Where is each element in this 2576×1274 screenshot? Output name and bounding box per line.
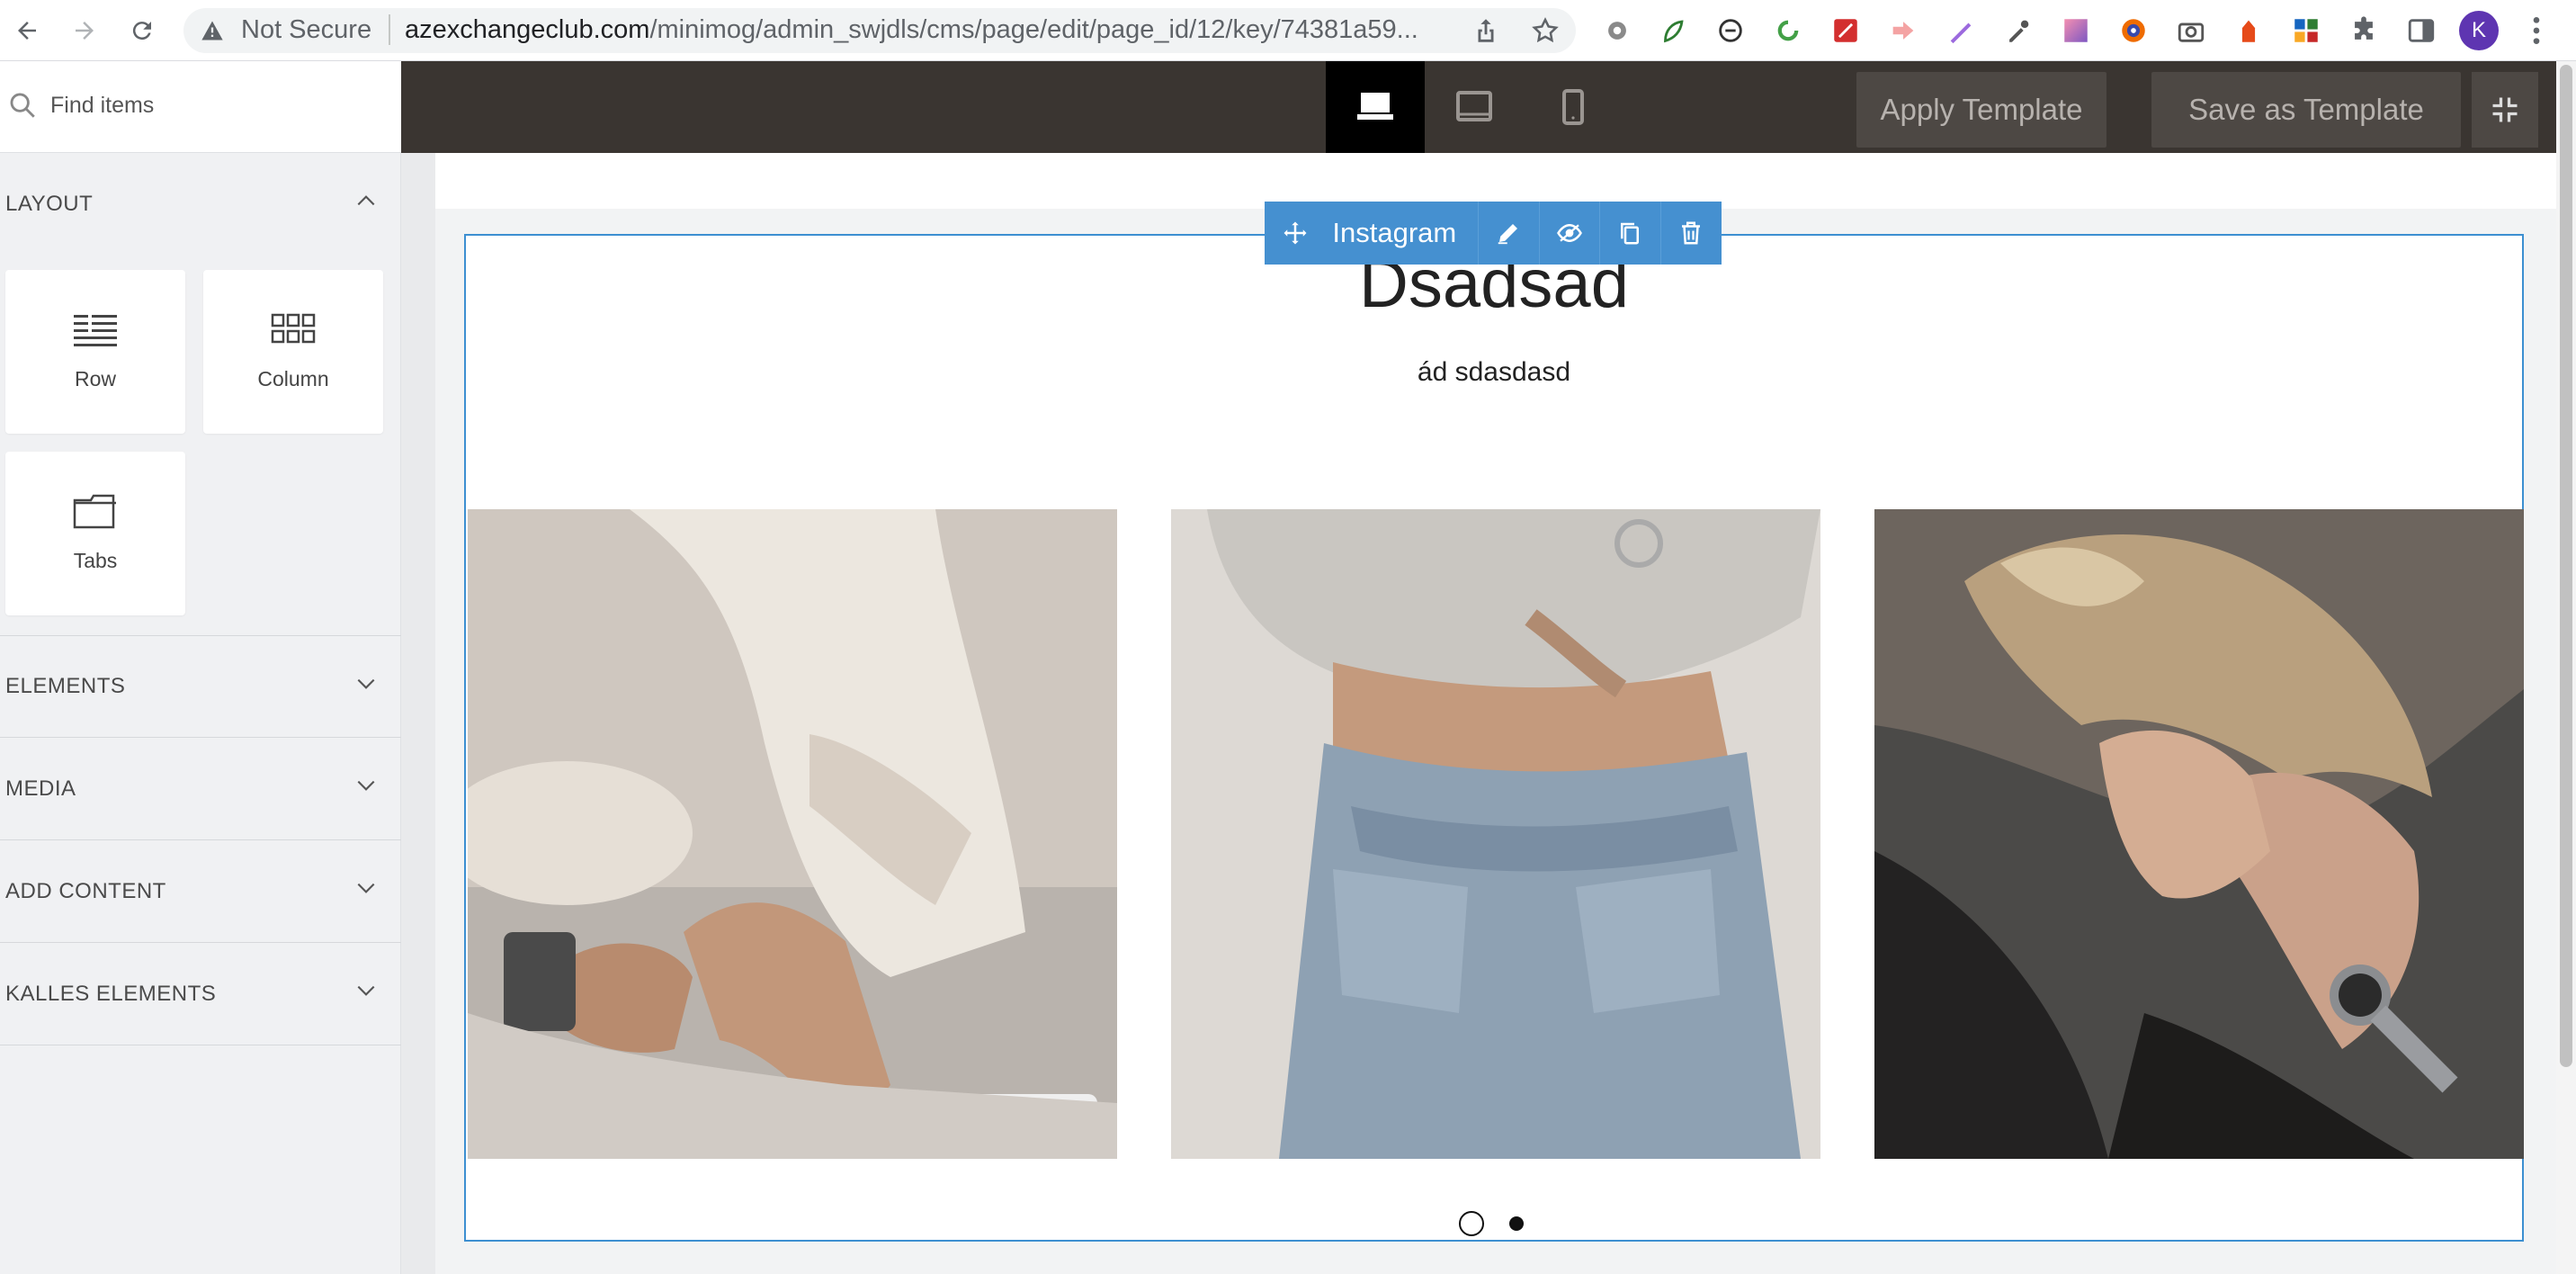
block-column-label: Column	[257, 367, 329, 390]
block-row[interactable]: Row	[5, 270, 185, 434]
security-status[interactable]: Not Secure	[241, 13, 371, 47]
save-as-template-button[interactable]: Save as Template	[2151, 72, 2461, 148]
device-tablet-button[interactable]	[1425, 61, 1524, 153]
move-handle[interactable]	[1265, 202, 1325, 265]
leaf-extension-icon[interactable]	[1655, 13, 1691, 49]
search-icon	[10, 93, 35, 118]
warning-icon[interactable]	[200, 18, 225, 43]
row-icon	[74, 315, 117, 346]
slider-dot-1[interactable]	[1459, 1211, 1484, 1236]
section-media-title: MEDIA	[5, 776, 76, 801]
eye-icon	[1556, 223, 1582, 243]
section-add-content-header[interactable]: ADD CONTENT	[0, 840, 401, 943]
photo-woman-sitting	[468, 509, 1117, 1159]
slider-dot-2[interactable]	[1509, 1216, 1524, 1231]
photo-woman-hair	[1874, 509, 2524, 1159]
trash-icon	[1682, 221, 1701, 245]
url-divider	[389, 14, 390, 45]
section-add-content-title: ADD CONTENT	[5, 878, 166, 903]
block-row-label: Row	[74, 367, 116, 390]
canvas-top-strip	[435, 153, 2556, 209]
pencil-icon	[1498, 224, 1518, 245]
section-layout-header[interactable]: LAYOUT	[0, 153, 401, 256]
tablet-icon	[1456, 91, 1492, 121]
more-menu-icon[interactable]	[2518, 13, 2554, 49]
device-desktop-button[interactable]	[1326, 61, 1425, 153]
hand-extension-icon[interactable]	[2231, 13, 2267, 49]
block-column[interactable]: Column	[203, 270, 383, 434]
eyedropper-icon[interactable]	[2000, 13, 2036, 49]
pdf-extension-icon[interactable]	[1828, 13, 1864, 49]
section-type-label: Instagram	[1325, 202, 1480, 265]
chevron-down-icon	[357, 780, 375, 791]
column-icon	[271, 313, 316, 344]
duplicate-section-button[interactable]	[1600, 202, 1661, 265]
delete-section-button[interactable]	[1661, 202, 1722, 265]
grid-extension-icon[interactable]	[2288, 13, 2324, 49]
tabs-icon	[73, 494, 116, 529]
pen-extension-icon[interactable]	[1943, 13, 1979, 49]
chevron-up-icon	[357, 195, 375, 206]
chevron-down-icon	[357, 678, 375, 689]
reload-icon[interactable]	[122, 11, 162, 50]
scrollbar-thumb[interactable]	[2560, 65, 2572, 1067]
collapse-fullscreen-button[interactable]	[2472, 72, 2538, 148]
desktop-icon	[1357, 93, 1393, 120]
bookmark-star-icon[interactable]	[1527, 13, 1563, 49]
url-path: /minimog/admin_swjdls/cms/page/edit/page…	[649, 15, 1418, 44]
block-tabs-label: Tabs	[73, 549, 118, 572]
move-icon	[1284, 221, 1307, 245]
apply-template-button[interactable]: Apply Template	[1856, 72, 2106, 148]
device-mobile-button[interactable]	[1524, 61, 1623, 153]
refresh-extension-icon[interactable]	[1770, 13, 1806, 49]
url-text[interactable]: azexchangeclub.com/minimog/admin_swjdls/…	[405, 13, 1418, 47]
section-toolbar: Instagram	[1265, 202, 1722, 265]
section-media-header[interactable]: MEDIA	[0, 738, 401, 840]
profile-avatar[interactable]: K	[2459, 11, 2499, 50]
edit-section-button[interactable]	[1479, 202, 1540, 265]
instagram-photo[interactable]	[1171, 509, 1820, 1159]
chevron-down-icon	[357, 985, 375, 996]
back-icon[interactable]	[7, 11, 47, 50]
canvas-gutter	[401, 153, 435, 1274]
reading-list-icon[interactable]	[2403, 13, 2439, 49]
url-host: azexchangeclub.com	[405, 15, 650, 44]
mobile-icon	[1562, 89, 1584, 125]
puzzle-icon[interactable]	[2346, 13, 2382, 49]
section-kalles-elements-header[interactable]: KALLES ELEMENTS	[0, 943, 401, 1045]
camera-icon[interactable]	[2173, 13, 2209, 49]
block-tabs[interactable]: Tabs	[5, 452, 185, 615]
collapse-icon	[2492, 97, 2518, 122]
sync-extension-icon[interactable]	[1713, 13, 1749, 49]
forward-icon[interactable]	[65, 11, 104, 50]
share-icon[interactable]	[1468, 13, 1504, 49]
photo-denim-shorts	[1171, 509, 1820, 1159]
section-layout-title: LAYOUT	[5, 192, 94, 216]
arrow-extension-icon[interactable]	[1885, 13, 1921, 49]
section-subheading: ád sdasdasd	[1417, 357, 1571, 387]
toggle-visibility-button[interactable]	[1540, 202, 1601, 265]
find-items-input[interactable]	[50, 86, 392, 124]
section-kalles-elements-title: KALLES ELEMENTS	[5, 981, 217, 1006]
settings-gear-icon[interactable]	[1599, 13, 1635, 49]
chevron-down-icon	[357, 883, 375, 893]
gradient-extension-icon[interactable]	[2058, 13, 2094, 49]
instagram-photo[interactable]	[1874, 509, 2524, 1159]
color-wheel-icon[interactable]	[2115, 13, 2151, 49]
section-elements-title: ELEMENTS	[5, 674, 126, 698]
section-elements-header[interactable]: ELEMENTS	[0, 635, 401, 738]
instagram-photo[interactable]	[468, 509, 1117, 1159]
copy-icon	[1621, 222, 1640, 245]
